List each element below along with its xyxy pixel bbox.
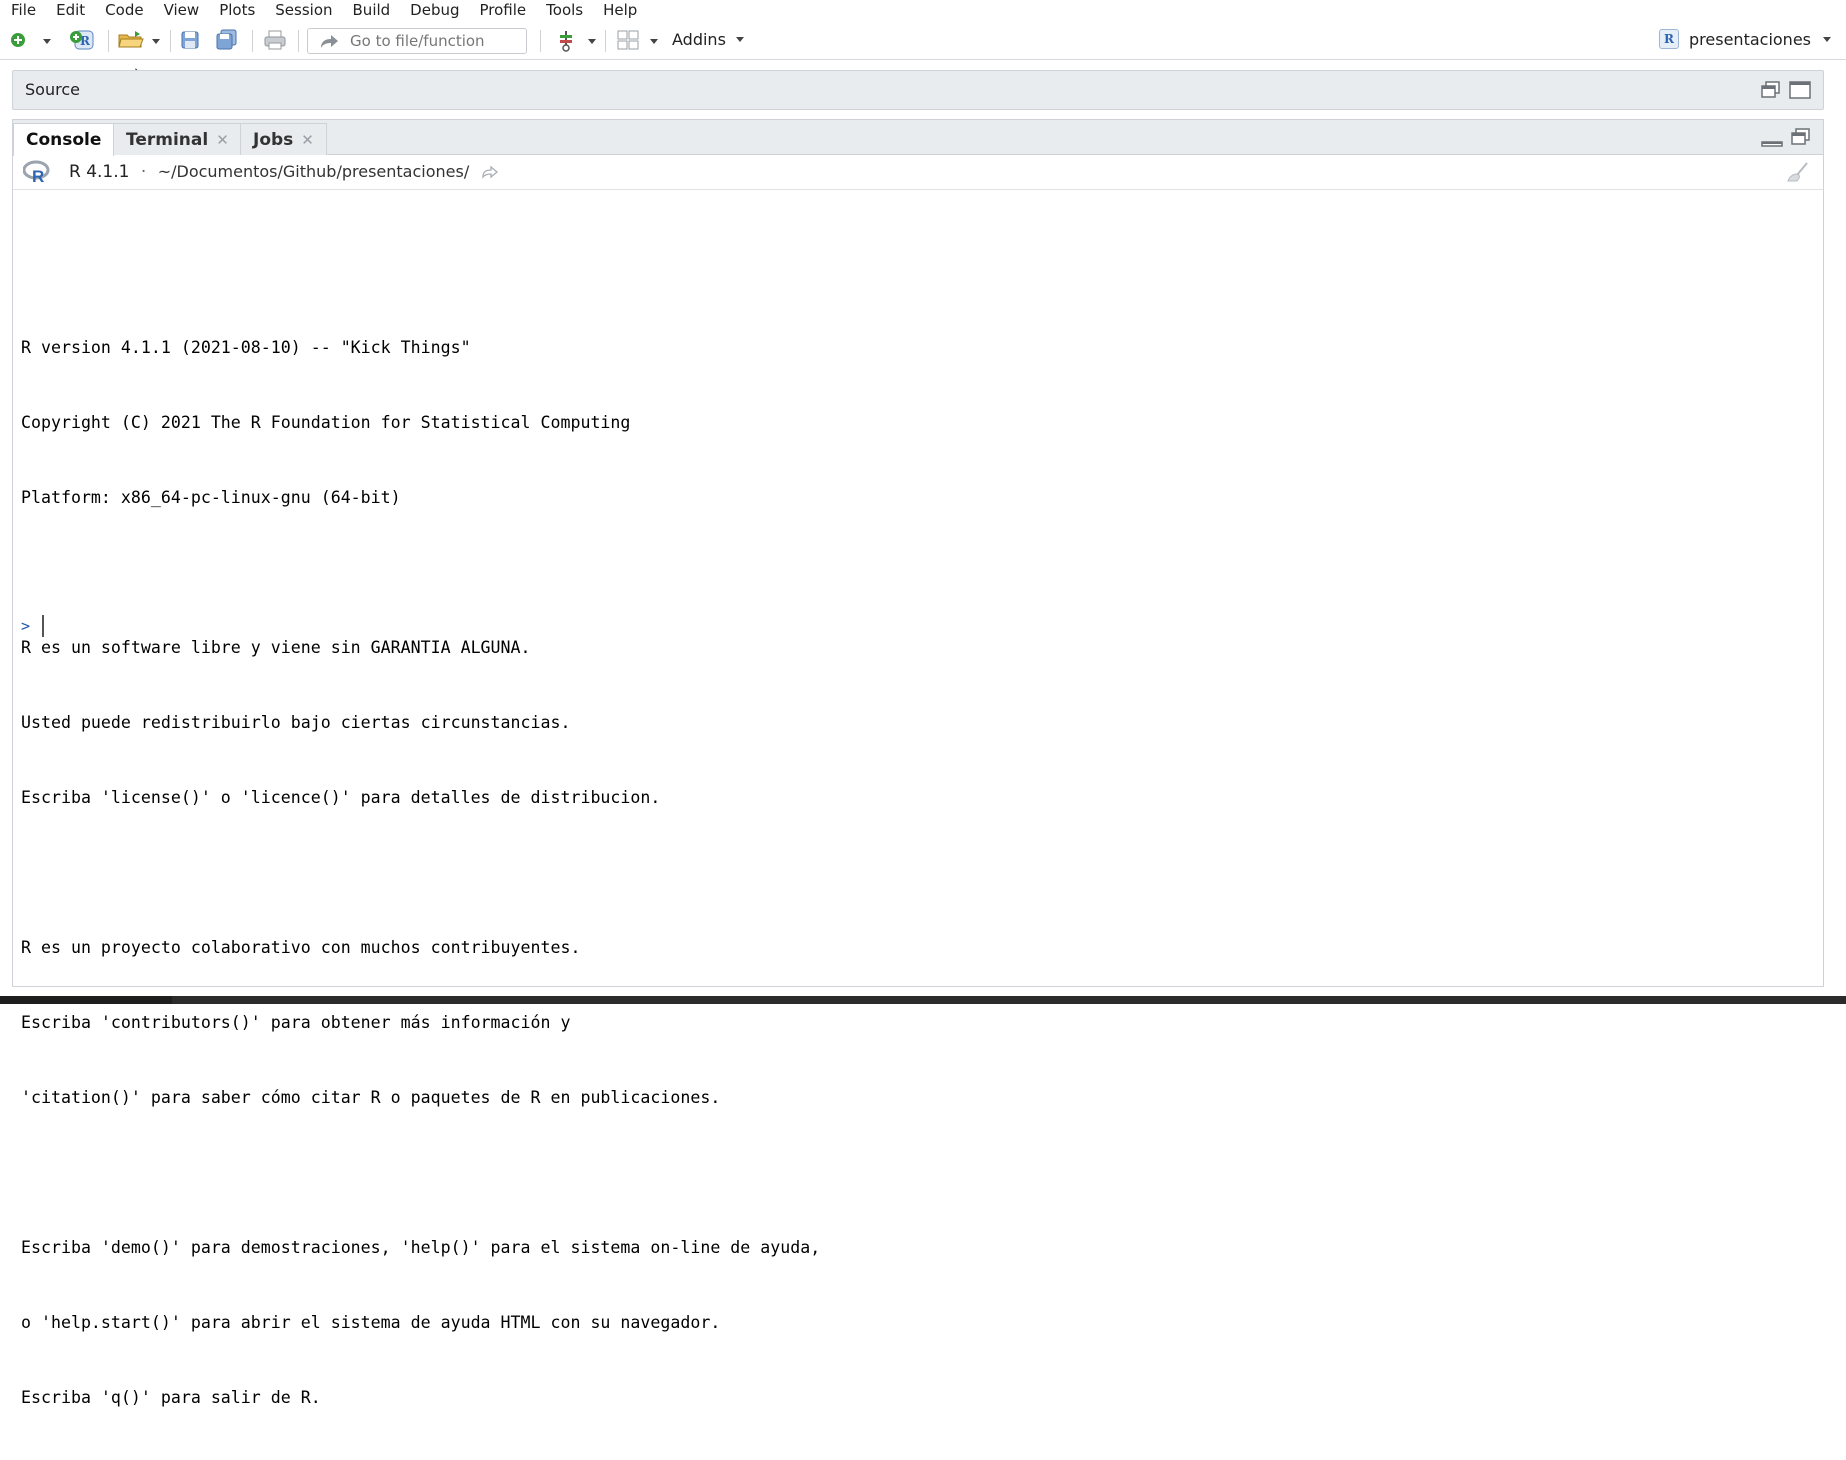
taskbar-segment — [0, 996, 172, 1004]
open-file-button[interactable] — [116, 28, 146, 52]
console-pane: Console Terminal ✕ Jobs ✕ R R 4.1.1 · ~/… — [12, 119, 1824, 1407]
console-line: 'citation()' para saber cómo citar R o p… — [21, 1088, 721, 1107]
console-line: Usted puede redistribuirlo bajo ciertas … — [21, 713, 571, 732]
open-dropdown[interactable] — [151, 36, 161, 46]
save-icon — [181, 31, 199, 49]
console-line: R es un proyecto colaborativo con muchos… — [21, 938, 581, 957]
console-info-text: R 4.1.1 · ~/Documentos/Github/presentaci… — [69, 162, 499, 182]
layout-dropdown[interactable] — [649, 36, 659, 46]
toolbar-separator — [540, 30, 541, 52]
console-line: R es un software libre y viene sin GARAN… — [21, 638, 531, 657]
go-to-arrow-icon — [321, 35, 338, 48]
chevron-down-icon — [650, 38, 658, 44]
tab-terminal-label: Terminal — [126, 129, 209, 150]
tab-console[interactable]: Console — [13, 123, 115, 156]
console-input[interactable]: > — [21, 615, 45, 637]
console-line: Escriba 'q()' para salir de R. — [21, 1388, 321, 1407]
open-folder-icon — [118, 31, 144, 48]
minimize-pane-icon[interactable] — [1761, 130, 1783, 148]
console-line: Escriba 'contributors()' para obtener má… — [21, 1013, 571, 1032]
git-icon — [560, 31, 572, 52]
chevron-down-icon — [43, 38, 51, 44]
console-line: Escriba 'demo()' para demostraciones, 'h… — [21, 1238, 821, 1257]
tab-console-label: Console — [26, 130, 102, 150]
print-icon — [264, 30, 286, 50]
toolbar-separator — [298, 30, 299, 52]
chevron-down-icon — [1823, 36, 1831, 42]
tab-jobs-label: Jobs — [253, 129, 294, 150]
console-output: R version 4.1.1 (2021-08-10) -- "Kick Th… — [21, 210, 1811, 1460]
go-to-placeholder: Go to file/function — [350, 32, 485, 50]
console-line: Platform: x86_64-pc-linux-gnu (64-bit) — [21, 488, 401, 507]
restore-pane-icon[interactable] — [1761, 81, 1781, 99]
info-separator: · — [140, 162, 147, 182]
menu-debug[interactable]: Debug — [400, 0, 469, 20]
console-line: Copyright (C) 2021 The R Foundation for … — [21, 413, 631, 432]
menu-profile[interactable]: Profile — [470, 0, 537, 20]
git-button[interactable] — [554, 28, 578, 54]
menu-help[interactable]: Help — [593, 0, 647, 20]
chevron-down-icon — [735, 36, 744, 42]
menu-tools[interactable]: Tools — [536, 0, 593, 20]
git-dropdown[interactable] — [587, 36, 597, 46]
clear-console-broom-icon[interactable] — [1785, 161, 1811, 183]
working-directory-link[interactable]: ~/Documentos/Github/presentaciones/ — [158, 162, 470, 181]
tab-jobs[interactable]: Jobs ✕ — [240, 123, 327, 155]
menu-plots[interactable]: Plots — [209, 0, 265, 20]
addins-menu[interactable]: Addins — [672, 27, 744, 51]
source-pane-title: Source — [25, 80, 80, 99]
text-cursor — [42, 615, 45, 637]
menu-build[interactable]: Build — [343, 0, 401, 20]
chevron-down-icon — [152, 38, 160, 44]
toolbar-separator — [252, 30, 253, 52]
r-logo-icon: R — [23, 160, 50, 184]
console-prompt: > — [21, 617, 31, 635]
svg-text:R: R — [32, 167, 44, 184]
new-file-button[interactable] — [6, 28, 32, 52]
chevron-down-icon — [588, 38, 596, 44]
console-info-bar: R R 4.1.1 · ~/Documentos/Github/presenta… — [13, 155, 1823, 190]
close-icon[interactable]: ✕ — [301, 131, 314, 149]
toolbar-separator — [170, 30, 171, 52]
console-line: o 'help.start()' para abrir el sistema d… — [21, 1313, 721, 1332]
new-project-button[interactable]: R — [68, 28, 98, 52]
grid-layout-icon — [617, 30, 639, 50]
console-line: R version 4.1.1 (2021-08-10) -- "Kick Th… — [21, 338, 471, 357]
go-to-file-input[interactable]: Go to file/function — [307, 28, 527, 54]
menu-bar: File Edit Code View Plots Session Build … — [0, 0, 1846, 20]
console-line: Escriba 'license()' o 'licence()' para d… — [21, 788, 661, 807]
menu-file[interactable]: File — [0, 0, 46, 20]
menu-view[interactable]: View — [154, 0, 210, 20]
maximize-pane-icon[interactable] — [1789, 81, 1811, 99]
save-all-button[interactable] — [214, 28, 240, 52]
close-icon[interactable]: ✕ — [216, 131, 229, 149]
menu-code[interactable]: Code — [95, 0, 153, 20]
tab-terminal[interactable]: Terminal ✕ — [113, 123, 242, 155]
r-project-icon: R — [1659, 29, 1680, 49]
restore-pane-icon[interactable] — [1791, 128, 1811, 146]
project-label: presentaciones — [1689, 29, 1811, 49]
source-pane: Source — [12, 70, 1824, 110]
addins-label: Addins — [672, 29, 726, 49]
new-file-dropdown[interactable] — [42, 36, 52, 46]
console-tab-bar: Console Terminal ✕ Jobs ✕ — [13, 120, 1823, 156]
save-all-icon — [216, 29, 237, 50]
toolbar-separator — [108, 30, 109, 52]
project-menu[interactable]: R presentaciones — [1659, 27, 1831, 51]
menu-session[interactable]: Session — [265, 0, 342, 20]
new-file-icon — [11, 33, 25, 47]
r-version: R 4.1.1 — [69, 162, 130, 182]
pane-layout-button[interactable] — [615, 28, 641, 52]
toolbar-separator — [605, 30, 606, 52]
go-to-directory-icon[interactable] — [481, 165, 499, 179]
new-project-icon: R — [70, 30, 94, 50]
menu-edit[interactable]: Edit — [46, 0, 95, 20]
taskbar-strip — [0, 996, 1846, 1004]
save-button[interactable] — [178, 28, 202, 52]
print-button[interactable] — [262, 28, 288, 52]
